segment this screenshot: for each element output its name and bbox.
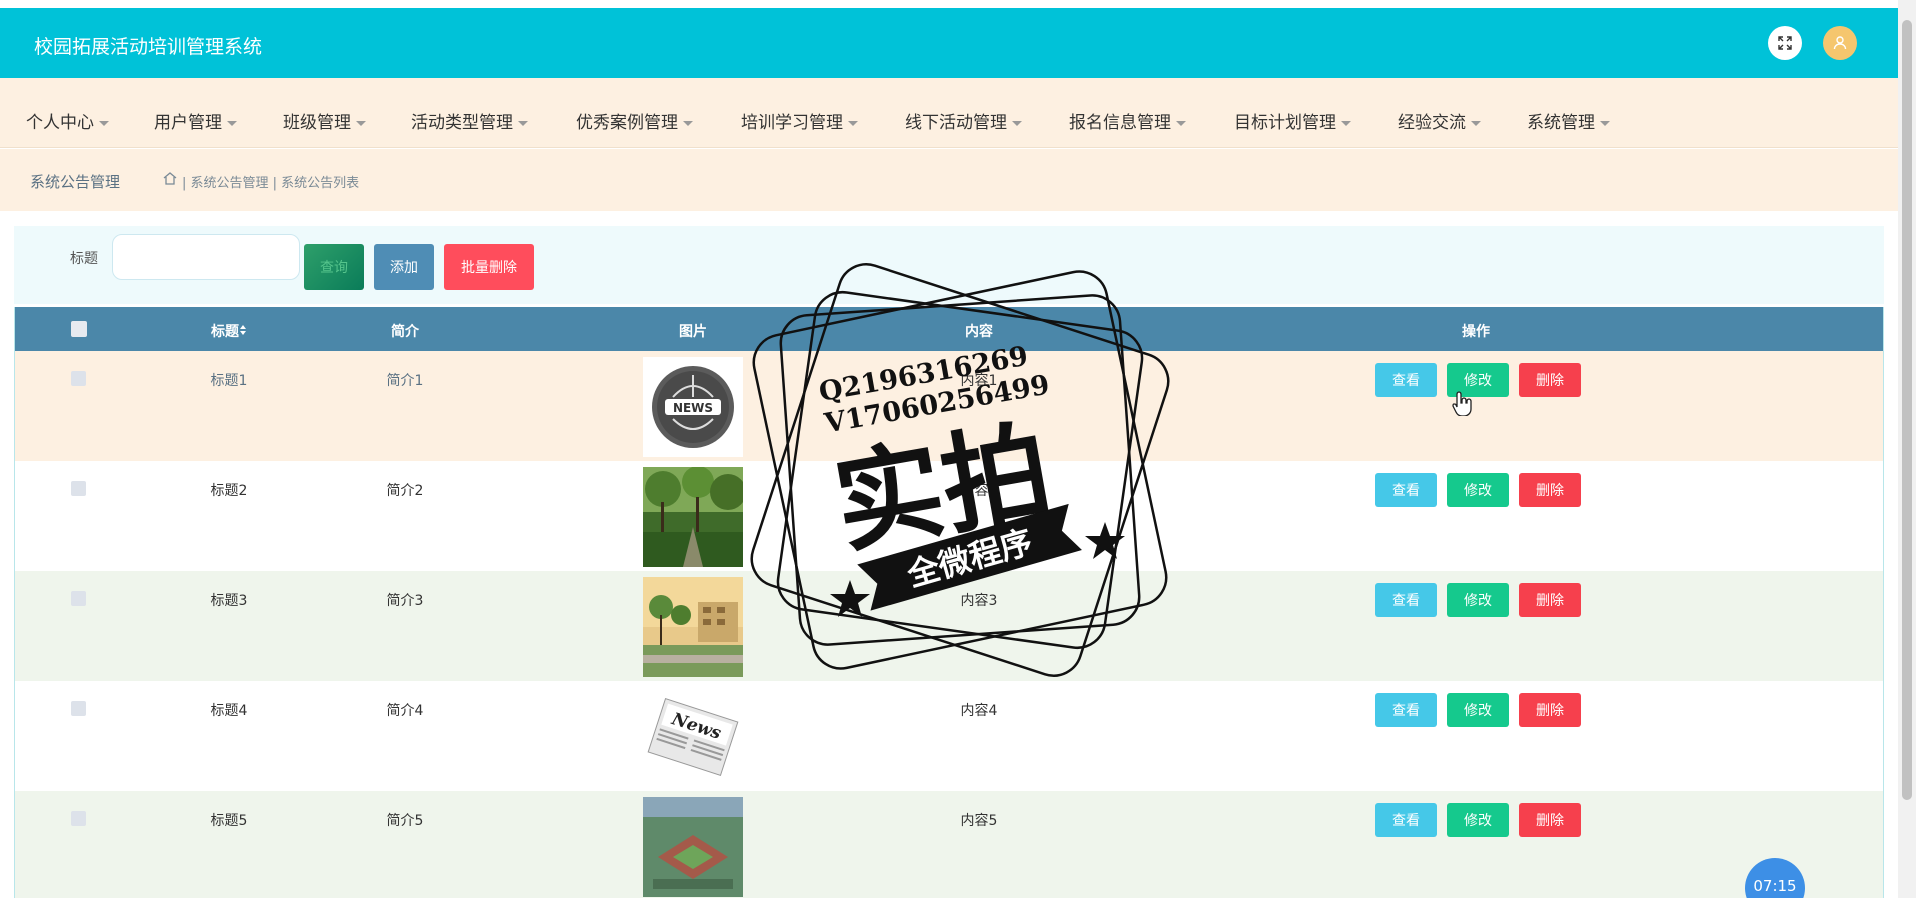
scrollbar-thumb[interactable]	[1902, 20, 1912, 800]
caret-down-icon	[518, 120, 528, 126]
column-actions-header: 操作	[1462, 324, 1490, 340]
row-checkbox[interactable]	[71, 811, 86, 826]
main-nav: 个人中心 用户管理 班级管理 活动类型管理 优秀案例管理 培训学习管理 线下活动…	[0, 78, 1898, 148]
row-intro: 简介5	[386, 813, 424, 829]
caret-down-icon	[1012, 120, 1022, 126]
newspaper-image: News	[643, 687, 743, 787]
row-checkbox[interactable]	[71, 481, 86, 496]
home-icon[interactable]	[162, 171, 178, 186]
park-trees-image	[643, 467, 743, 567]
view-button[interactable]: 查看	[1375, 583, 1437, 617]
aerial-building-image	[643, 797, 743, 897]
row-image[interactable]	[643, 577, 743, 677]
fullscreen-button[interactable]	[1768, 26, 1802, 60]
row-title: 标题3	[210, 593, 248, 609]
view-button[interactable]: 查看	[1375, 363, 1437, 397]
caret-down-icon	[227, 120, 237, 126]
caret-down-icon	[683, 120, 693, 126]
row-image[interactable]	[643, 467, 743, 567]
system-title: 校园拓展活动培训管理系统	[34, 36, 263, 58]
row-image[interactable]: NEWS	[643, 357, 743, 457]
title-search-input[interactable]	[112, 234, 300, 280]
select-all-checkbox[interactable]	[71, 321, 87, 337]
delete-button[interactable]: 删除	[1519, 473, 1581, 507]
edit-button[interactable]: 修改	[1447, 473, 1509, 507]
delete-button[interactable]: 删除	[1519, 803, 1581, 837]
table-row: 标题4 简介4 News 内容4 查看 修改 删除	[15, 681, 1883, 791]
row-checkbox[interactable]	[71, 701, 86, 716]
search-label: 标题	[70, 251, 98, 267]
column-title-header[interactable]: 标题	[211, 321, 247, 341]
nav-item-system-management[interactable]: 系统管理	[1527, 108, 1610, 133]
nav-item-goal-plan[interactable]: 目标计划管理	[1234, 108, 1351, 133]
nav-item-registration[interactable]: 报名信息管理	[1069, 108, 1186, 133]
row-title: 标题4	[210, 703, 248, 719]
row-intro: 简介3	[386, 593, 424, 609]
caret-down-icon	[99, 120, 109, 126]
column-image-header: 图片	[679, 324, 707, 340]
edit-button[interactable]: 修改	[1447, 803, 1509, 837]
add-button[interactable]: 添加	[374, 244, 434, 290]
caret-down-icon	[1176, 120, 1186, 126]
campus-sunset-image	[643, 577, 743, 677]
row-intro: 简介1	[386, 373, 424, 389]
row-title: 标题5	[210, 813, 248, 829]
row-checkbox[interactable]	[71, 371, 86, 386]
user-avatar-button[interactable]	[1823, 26, 1857, 60]
nav-item-activity-type[interactable]: 活动类型管理	[411, 108, 528, 133]
delete-button[interactable]: 删除	[1519, 363, 1581, 397]
nav-item-personal-center[interactable]: 个人中心	[26, 108, 109, 133]
edit-button[interactable]: 修改	[1447, 693, 1509, 727]
breadcrumb-path[interactable]: | 系统公告管理 | 系统公告列表	[182, 172, 359, 191]
caret-down-icon	[848, 120, 858, 126]
top-header: 校园拓展活动培训管理系统	[0, 8, 1898, 78]
nav-item-user-management[interactable]: 用户管理	[154, 108, 237, 133]
row-intro: 简介4	[386, 703, 424, 719]
nav-item-training[interactable]: 培训学习管理	[741, 108, 858, 133]
delete-button[interactable]: 删除	[1519, 693, 1581, 727]
user-icon	[1833, 36, 1847, 50]
row-content: 内容4	[960, 703, 998, 719]
nav-item-class-management[interactable]: 班级管理	[283, 108, 366, 133]
breadcrumb: 系统公告管理 | 系统公告管理 | 系统公告列表	[0, 149, 1898, 211]
row-image[interactable]: News	[643, 687, 743, 787]
column-intro-header: 简介	[391, 324, 419, 340]
row-title: 标题2	[210, 483, 248, 499]
caret-down-icon	[1600, 120, 1610, 126]
nav-item-excellent-cases[interactable]: 优秀案例管理	[576, 108, 693, 133]
nav-item-experience-exchange[interactable]: 经验交流	[1398, 108, 1481, 133]
hand-cursor-icon	[1452, 391, 1472, 416]
delete-button[interactable]: 删除	[1519, 583, 1581, 617]
watermark-stamp: Q2196316269 V17060256499 实拍 全微程序	[750, 263, 1170, 677]
view-button[interactable]: 查看	[1375, 803, 1437, 837]
search-button[interactable]: 查询	[304, 244, 364, 290]
news-globe-image: NEWS	[643, 357, 743, 457]
nav-item-offline-activity[interactable]: 线下活动管理	[905, 108, 1022, 133]
row-checkbox[interactable]	[71, 591, 86, 606]
view-button[interactable]: 查看	[1375, 693, 1437, 727]
table-row: 标题5 简介5 内容5 查看 修改 删除	[15, 791, 1883, 898]
batch-delete-button[interactable]: 批量删除	[444, 244, 534, 290]
edit-button[interactable]: 修改	[1447, 583, 1509, 617]
caret-down-icon	[1471, 120, 1481, 126]
svg-text:NEWS: NEWS	[673, 401, 713, 415]
sort-icon[interactable]	[239, 324, 247, 336]
row-content: 内容5	[960, 813, 998, 829]
page-title: 系统公告管理	[30, 173, 121, 191]
caret-down-icon	[1341, 120, 1351, 126]
caret-down-icon	[356, 120, 366, 126]
view-button[interactable]: 查看	[1375, 473, 1437, 507]
row-image[interactable]	[643, 797, 743, 897]
row-intro: 简介2	[386, 483, 424, 499]
row-title: 标题1	[210, 373, 248, 389]
fullscreen-icon	[1778, 36, 1792, 50]
